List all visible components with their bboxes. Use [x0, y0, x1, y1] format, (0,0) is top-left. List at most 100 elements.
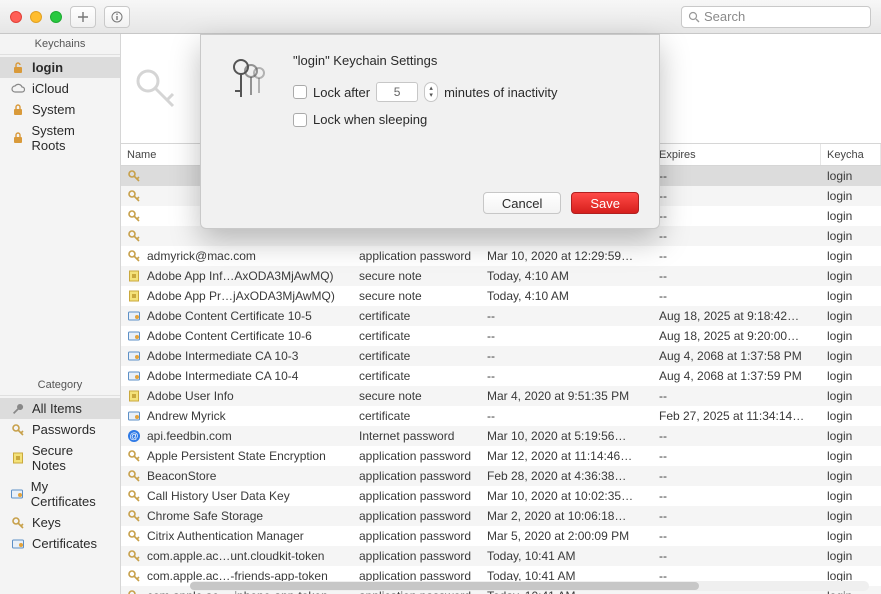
lock-after-suffix: minutes of inactivity	[444, 85, 557, 100]
table-row[interactable]: Adobe Intermediate CA 10-4certificate--A…	[121, 366, 881, 386]
table-row[interactable]: Chrome Safe Storageapplication passwordM…	[121, 506, 881, 526]
lock-after-checkbox[interactable]	[293, 85, 307, 99]
row-name: Adobe App Pr…jAxODA3MjAwMQ)	[147, 289, 335, 303]
sidebar-item-login[interactable]: login	[0, 57, 120, 78]
sidebar-item-secure-notes[interactable]: Secure Notes	[0, 440, 120, 476]
table-row[interactable]: Apple Persistent State Encryption applica…	[121, 446, 881, 466]
row-name: Call History User Data Key	[147, 489, 290, 503]
row-kind: certificate	[353, 309, 481, 323]
row-modified: Today, 4:10 AM	[481, 269, 653, 283]
minutes-stepper[interactable]: ▴▾	[424, 82, 438, 102]
scrollbar-thumb[interactable]	[190, 582, 699, 590]
col-keychain[interactable]: Keycha	[821, 144, 881, 165]
row-name: Apple Persistent State Encryption	[147, 449, 326, 463]
zoom-icon[interactable]	[50, 11, 62, 23]
row-expires: --	[653, 489, 821, 503]
row-name: Adobe User Info	[147, 389, 234, 403]
row-keychain: login	[821, 329, 881, 343]
close-icon[interactable]	[10, 11, 22, 23]
table-row[interactable]: admyrick@mac.comapplication passwordMar …	[121, 246, 881, 266]
row-expires: --	[653, 469, 821, 483]
row-keychain: login	[821, 229, 881, 243]
keychains-header: Keychains	[0, 34, 120, 55]
sidebar-item-system-roots[interactable]: System Roots	[0, 120, 120, 156]
cert-icon	[10, 487, 25, 501]
row-name: Citrix Authentication Manager	[147, 529, 304, 543]
at-icon: @	[127, 429, 141, 443]
row-kind: certificate	[353, 349, 481, 363]
sidebar-item-system[interactable]: System	[0, 99, 120, 120]
table-row[interactable]: Call History User Data Keyapplication pa…	[121, 486, 881, 506]
sheet-title: "login" Keychain Settings	[293, 53, 639, 68]
row-keychain: login	[821, 469, 881, 483]
col-expires[interactable]: Expires	[653, 144, 821, 165]
sidebar-item-label: All Items	[32, 401, 82, 416]
row-name: Andrew Myrick	[147, 409, 226, 423]
row-keychain: login	[821, 529, 881, 543]
row-expires: --	[653, 189, 821, 203]
key-icon	[127, 549, 141, 563]
row-kind: certificate	[353, 329, 481, 343]
sidebar: Keychains loginiCloudSystemSystem Roots …	[0, 34, 121, 594]
add-button[interactable]	[70, 6, 96, 28]
key-icon	[127, 169, 141, 183]
search-icon	[688, 11, 700, 23]
row-keychain: login	[821, 309, 881, 323]
key-icon	[10, 423, 26, 437]
minimize-icon[interactable]	[30, 11, 42, 23]
sidebar-item-passwords[interactable]: Passwords	[0, 419, 120, 440]
table-row[interactable]: Andrew Myrickcertificate--Feb 27, 2025 a…	[121, 406, 881, 426]
row-expires: --	[653, 429, 821, 443]
key-icon	[127, 589, 141, 594]
row-modified: Today, 10:41 AM	[481, 549, 653, 563]
table-row[interactable]: Adobe Intermediate CA 10-3certificate--A…	[121, 346, 881, 366]
row-keychain: login	[821, 509, 881, 523]
row-kind: application password	[353, 469, 481, 483]
lock-icon	[10, 103, 26, 117]
row-name: admyrick@mac.com	[147, 249, 256, 263]
window-titlebar: Search	[0, 0, 881, 34]
table-row[interactable]: BeaconStoreapplication passwordFeb 28, 2…	[121, 466, 881, 486]
sidebar-item-certificates[interactable]: Certificates	[0, 533, 120, 554]
row-kind: certificate	[353, 409, 481, 423]
lock-sleep-label: Lock when sleeping	[313, 112, 427, 127]
table-row[interactable]: Adobe App Pr…jAxODA3MjAwMQ)secure noteTo…	[121, 286, 881, 306]
note-icon	[127, 269, 141, 283]
sidebar-item-keys[interactable]: Keys	[0, 512, 120, 533]
sidebar-item-icloud[interactable]: iCloud	[0, 78, 120, 99]
key-icon	[127, 229, 141, 243]
lock-after-minutes-field[interactable]	[376, 82, 418, 102]
row-modified: --	[481, 329, 653, 343]
table-row[interactable]: @api.feedbin.comInternet passwordMar 10,…	[121, 426, 881, 446]
search-input[interactable]: Search	[681, 6, 871, 28]
row-expires: Feb 27, 2025 at 11:34:14…	[653, 409, 821, 423]
sidebar-item-label: My Certificates	[31, 479, 110, 509]
cancel-button[interactable]: Cancel	[483, 192, 561, 214]
save-button[interactable]: Save	[571, 192, 639, 214]
keychain-settings-sheet: "login" Keychain Settings Lock after ▴▾ …	[200, 34, 660, 229]
table-row[interactable]: --login	[121, 226, 881, 246]
row-name: Adobe Intermediate CA 10-4	[147, 369, 298, 383]
key-icon	[127, 509, 141, 523]
row-modified: Mar 10, 2020 at 10:02:35…	[481, 489, 653, 503]
lock-sleep-checkbox[interactable]	[293, 113, 307, 127]
row-expires: Aug 18, 2025 at 9:18:42…	[653, 309, 821, 323]
table-row[interactable]: Adobe User Infosecure noteMar 4, 2020 at…	[121, 386, 881, 406]
table-row[interactable]: Citrix Authentication Managerapplication…	[121, 526, 881, 546]
cloud-icon	[10, 82, 26, 96]
row-kind: application password	[353, 449, 481, 463]
sidebar-item-my-certificates[interactable]: My Certificates	[0, 476, 120, 512]
row-kind: application password	[353, 509, 481, 523]
horizontal-scrollbar[interactable]	[190, 581, 869, 591]
table-row[interactable]: Adobe App Inf…AxODA3MjAwMQ)secure noteTo…	[121, 266, 881, 286]
row-keychain: login	[821, 409, 881, 423]
row-kind: Internet password	[353, 429, 481, 443]
info-button[interactable]	[104, 6, 130, 28]
table-row[interactable]: com.apple.ac…unt.cloudkit-tokenapplicati…	[121, 546, 881, 566]
sidebar-item-all-items[interactable]: All Items	[0, 398, 120, 419]
row-modified: Mar 10, 2020 at 12:29:59…	[481, 249, 653, 263]
table-row[interactable]: Adobe Content Certificate 10-5certificat…	[121, 306, 881, 326]
cert-icon	[127, 409, 141, 423]
table-row[interactable]: Adobe Content Certificate 10-6certificat…	[121, 326, 881, 346]
row-keychain: login	[821, 449, 881, 463]
